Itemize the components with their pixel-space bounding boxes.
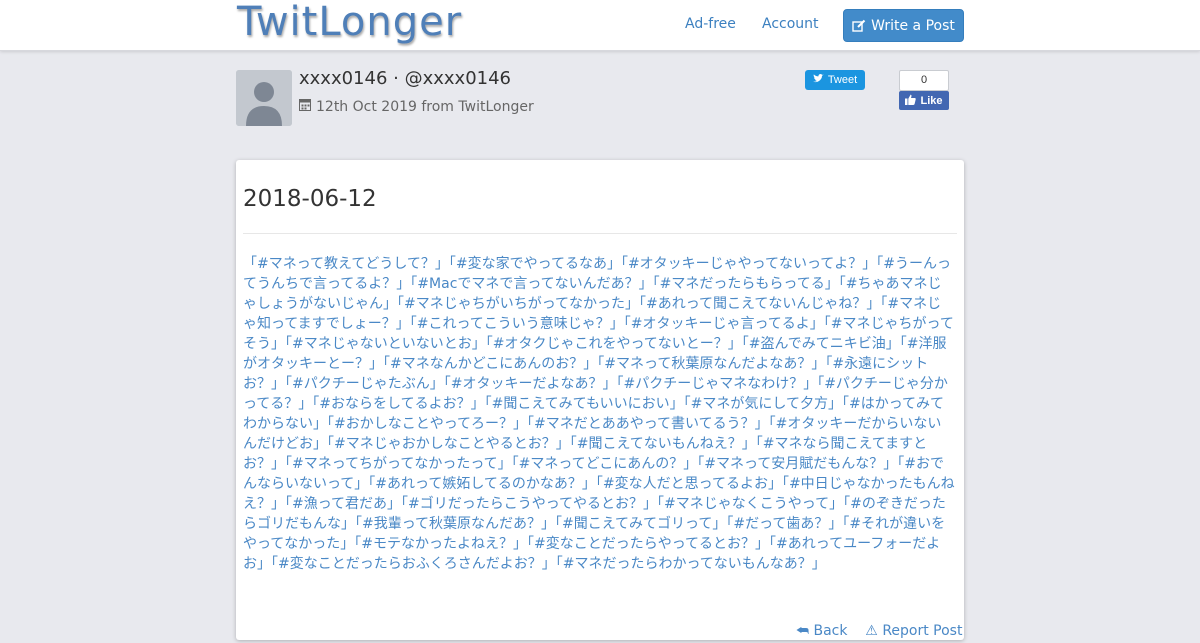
back-icon: ⮪ — [796, 623, 810, 639]
post-card: 2018-06-12 「#マネって教えてどうして？」「#変な家でやってるなあ」「… — [236, 160, 964, 640]
report-icon: ⚠ — [865, 623, 878, 639]
title-divider — [243, 233, 957, 234]
post-title: 2018-06-12 — [243, 186, 377, 212]
post-date-source: 12th Oct 2019 from TwitLonger — [316, 98, 534, 115]
calendar-icon — [299, 98, 311, 115]
post-footer-links: ⮪ Back ⚠ Report Post — [796, 623, 962, 643]
author-name[interactable]: xxxx0146 · @xxxx0146 — [299, 68, 511, 89]
default-avatar-icon — [236, 70, 292, 126]
edit-icon — [852, 19, 866, 33]
avatar — [236, 70, 292, 126]
like-label: Like — [920, 94, 943, 107]
post-body[interactable]: 「#マネって教えてどうして？」「#変な家でやってるなあ」「#オタッキーじゃやって… — [243, 254, 955, 574]
post-meta: 12th Oct 2019 from TwitLonger — [299, 98, 534, 115]
facebook-like-button[interactable]: Like — [899, 91, 949, 110]
twitter-bird-icon — [812, 74, 824, 86]
facebook-thumb-icon — [905, 94, 917, 108]
top-navbar: TwitLonger Ad-free Account Write a Post — [0, 0, 1200, 51]
report-post-link[interactable]: Report Post — [882, 623, 962, 639]
like-count: 0 — [899, 70, 949, 91]
nav-adfree-link[interactable]: Ad-free — [685, 16, 736, 32]
back-link[interactable]: Back — [813, 623, 847, 639]
tweet-label: Tweet — [827, 74, 858, 86]
tweet-button[interactable]: Tweet — [805, 70, 865, 90]
twitlonger-logo[interactable]: TwitLonger — [237, 0, 462, 46]
write-post-label: Write a Post — [871, 17, 955, 34]
nav-account-link[interactable]: Account — [762, 16, 819, 32]
write-post-button[interactable]: Write a Post — [843, 9, 964, 42]
facebook-like-widget: 0 Like — [899, 70, 949, 110]
